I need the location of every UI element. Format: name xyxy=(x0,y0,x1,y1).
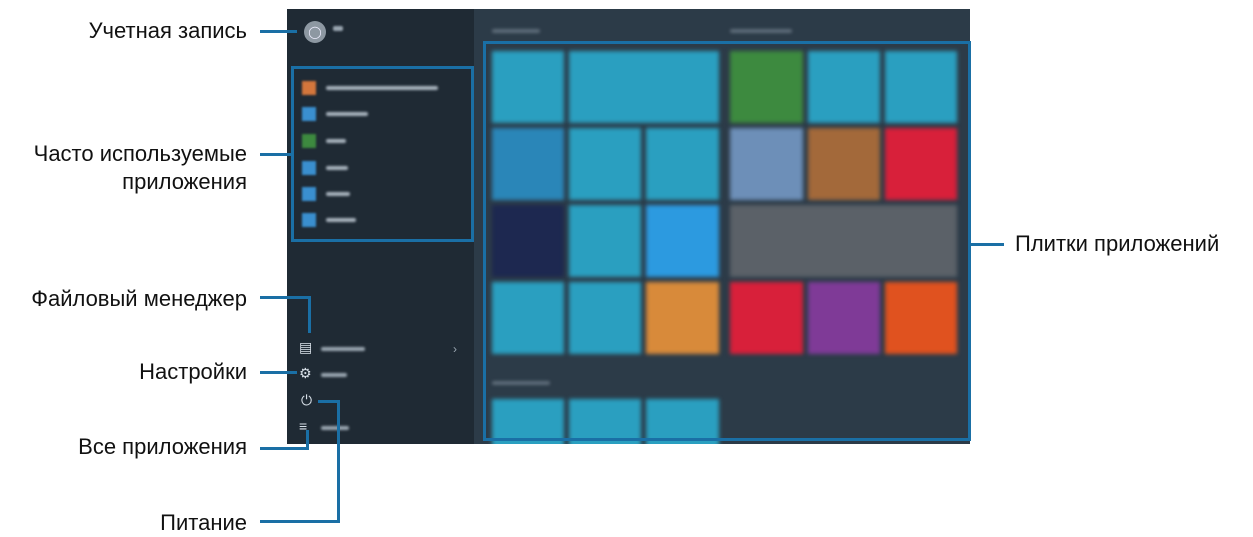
file-explorer-label xyxy=(321,347,365,351)
person-icon[interactable]: ◯ xyxy=(304,21,326,43)
callout-settings: Настройки xyxy=(139,359,247,384)
callout-power: Питание xyxy=(160,510,247,535)
frequent-apps-highlight xyxy=(291,66,474,242)
callout-file-manager: Файловый менеджер xyxy=(31,286,247,311)
settings-label xyxy=(321,373,347,377)
leader-all-apps-v xyxy=(306,430,309,450)
callout-frequent-apps-line2: приложения xyxy=(122,169,247,194)
app-tiles-highlight xyxy=(483,41,971,441)
leader-power-v xyxy=(337,400,340,523)
all-apps-label xyxy=(321,426,349,430)
gear-icon: ⚙ xyxy=(299,365,312,381)
folder-icon: ▤ xyxy=(299,339,313,355)
file-explorer-item[interactable]: ▤ xyxy=(299,339,365,359)
leader-all-apps xyxy=(260,447,309,450)
settings-item[interactable]: ⚙ xyxy=(299,365,347,385)
callout-frequent-apps: Часто используемые приложения xyxy=(34,140,247,196)
power-item[interactable]: ⏻ xyxy=(301,392,312,412)
callout-app-tiles: Плитки приложений xyxy=(1015,231,1220,256)
leader-frequent-apps xyxy=(260,153,291,156)
tile-group-title xyxy=(492,29,540,33)
leader-settings xyxy=(260,371,297,374)
callout-all-apps: Все приложения xyxy=(78,434,247,459)
leader-file-manager xyxy=(260,296,311,299)
power-icon: ⏻ xyxy=(301,392,313,408)
leader-app-tiles xyxy=(971,243,1004,246)
chevron-right-icon[interactable]: › xyxy=(453,342,457,356)
tile-group-title xyxy=(730,29,792,33)
leader-account xyxy=(260,30,297,33)
leader-power-h2 xyxy=(260,520,340,523)
callout-account: Учетная запись xyxy=(88,18,247,43)
leader-file-manager-v xyxy=(308,296,311,333)
callout-frequent-apps-line1: Часто используемые xyxy=(33,141,247,166)
account-name xyxy=(333,26,343,31)
